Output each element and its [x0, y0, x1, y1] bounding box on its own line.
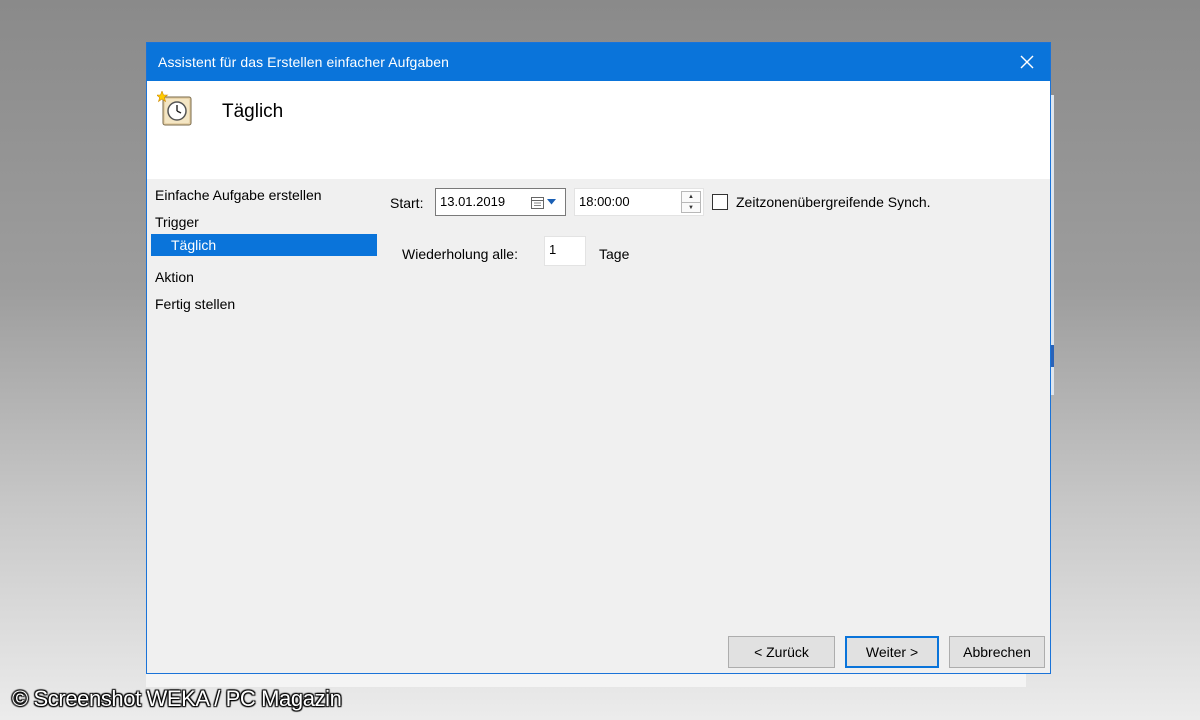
wizard-steps: Einfache Aufgabe erstellen Trigger Tägli… — [147, 179, 379, 673]
step-finish[interactable]: Fertig stellen — [155, 296, 235, 312]
repeat-interval-input[interactable]: 1 — [544, 236, 586, 266]
title-bar[interactable]: Assistent für das Erstellen einfacher Au… — [147, 43, 1050, 81]
start-time-field[interactable]: 18:00:00 ▲ ▼ — [574, 188, 704, 216]
repeat-interval-value: 1 — [549, 242, 557, 257]
scheduled-task-clock-icon — [157, 91, 192, 126]
step-daily[interactable]: Täglich — [151, 234, 377, 256]
close-icon — [1020, 55, 1034, 69]
window-title: Assistent für das Erstellen einfacher Au… — [158, 54, 449, 70]
time-spinner[interactable]: ▲ ▼ — [681, 191, 701, 213]
chevron-down-icon — [547, 199, 556, 205]
start-time-value: 18:00:00 — [579, 194, 630, 209]
spin-down-icon[interactable]: ▼ — [682, 203, 700, 213]
calendar-dropdown-button[interactable] — [531, 194, 561, 210]
start-date-picker[interactable]: 13.01.2019 — [435, 188, 566, 216]
next-button[interactable]: Weiter > — [845, 636, 939, 668]
task-wizard-dialog: Assistent für das Erstellen einfacher Au… — [146, 42, 1051, 674]
repeat-unit-label: Tage — [599, 246, 630, 262]
step-create-task[interactable]: Einfache Aufgabe erstellen — [155, 187, 322, 203]
close-button[interactable] — [1004, 43, 1050, 81]
cancel-button[interactable]: Abbrechen — [949, 636, 1045, 668]
start-label: Start: — [390, 195, 424, 211]
timezone-sync-label: Zeitzonenübergreifende Synch. — [736, 194, 931, 210]
timezone-sync-checkbox[interactable] — [712, 194, 728, 210]
start-date-value: 13.01.2019 — [440, 194, 506, 209]
step-action[interactable]: Aktion — [155, 269, 194, 285]
calendar-icon — [531, 196, 544, 209]
back-button[interactable]: < Zurück — [728, 636, 835, 668]
wizard-header: Täglich — [147, 81, 1050, 179]
copyright-watermark: © Screenshot WEKA / PC Magazin — [12, 686, 342, 711]
step-trigger[interactable]: Trigger — [155, 214, 199, 230]
page-title: Täglich — [222, 101, 284, 122]
wizard-content: Start: 13.01.2019 18:00:00 ▲ ▼ Zeitzonen… — [379, 179, 1050, 673]
repeat-label: Wiederholung alle: — [402, 246, 518, 262]
